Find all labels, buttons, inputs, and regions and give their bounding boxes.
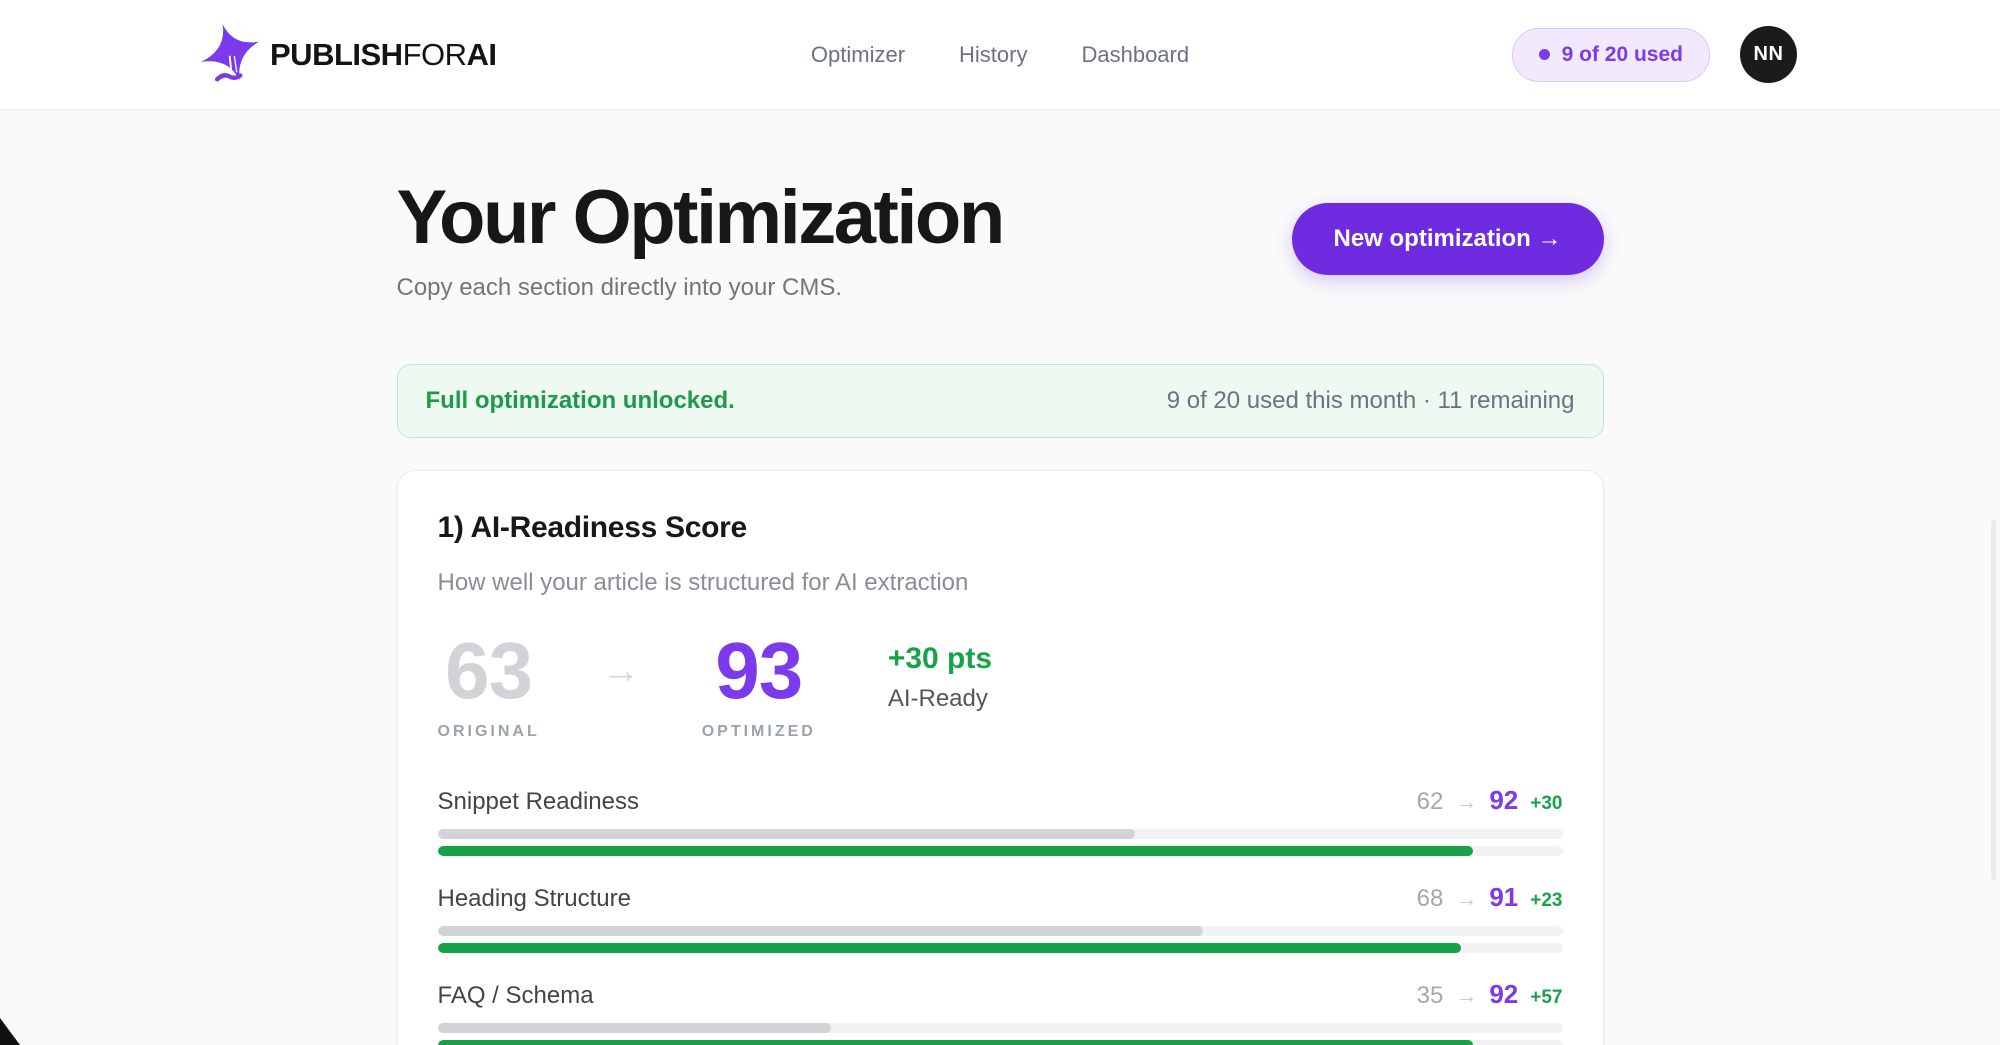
banner-usage-text: 9 of 20 used this month · 11 remaining [1167, 387, 1575, 415]
before-bar-fill [438, 1023, 832, 1033]
usage-badge-label: 9 of 20 used [1562, 43, 1683, 67]
unlock-banner: Full optimization unlocked. 9 of 20 used… [397, 364, 1604, 438]
card-title: 1) AI-Readiness Score [438, 511, 1563, 545]
original-score-label: ORIGINAL [438, 723, 540, 741]
before-bar-fill [438, 926, 1203, 936]
after-bar-track [438, 1040, 1563, 1045]
before-bar-fill [438, 829, 1136, 839]
metric-values: 35 → 92 +57 [1417, 979, 1563, 1010]
scrollbar[interactable] [1991, 520, 1996, 880]
new-optimization-button[interactable]: New optimization → [1292, 203, 1604, 275]
metric-before-value: 62 [1417, 788, 1444, 816]
after-bar-fill [438, 943, 1462, 953]
metric-name: Heading Structure [438, 885, 631, 913]
metric-delta-value: +30 [1530, 793, 1562, 815]
before-bar-track [438, 1023, 1563, 1033]
arrow-right-icon: → [1455, 789, 1477, 815]
metric-before-value: 68 [1417, 885, 1444, 913]
header-right-cluster: 9 of 20 used NN [1512, 0, 1797, 109]
usage-dot-icon [1539, 49, 1550, 60]
metric-list: Snippet Readiness 62 → 92 +30 Heading St… [438, 785, 1563, 1045]
usage-badge[interactable]: 9 of 20 used [1512, 28, 1710, 82]
nav-item-dashboard[interactable]: Dashboard [1081, 42, 1189, 68]
arrow-right-icon: → [1455, 886, 1477, 912]
metric-values: 62 → 92 +30 [1417, 785, 1563, 816]
metric-before-value: 35 [1417, 982, 1444, 1010]
brand-logo-icon [198, 23, 262, 87]
metric-name: FAQ / Schema [438, 982, 594, 1010]
page-subtitle: Copy each section directly into your CMS… [397, 274, 1003, 302]
after-bar-track [438, 846, 1563, 856]
metric-row-heading-structure: Heading Structure 68 → 91 +23 [438, 882, 1563, 953]
hero-section: Your Optimization Copy each section dire… [397, 176, 1604, 302]
card-subtitle: How well your article is structured for … [438, 569, 1563, 597]
after-bar-fill [438, 1040, 1473, 1045]
avatar-initials: NN [1754, 43, 1784, 66]
mouse-cursor [0, 1018, 20, 1045]
optimized-score-block: 93 OPTIMIZED [702, 631, 816, 741]
top-header: PUBLISHFORAI Optimizer History Dashboard… [0, 0, 2000, 110]
original-score-value: 63 [445, 631, 532, 711]
avatar[interactable]: NN [1740, 26, 1797, 83]
nav-item-optimizer[interactable]: Optimizer [811, 42, 905, 68]
arrow-right-icon: → [602, 650, 640, 721]
metric-delta-value: +23 [1530, 890, 1562, 912]
optimized-score-value: 93 [715, 631, 802, 711]
score-delta-block: +30 pts AI-Ready [888, 642, 992, 729]
main-content: Your Optimization Copy each section dire… [397, 176, 1604, 1045]
metric-after-value: 92 [1489, 785, 1518, 816]
score-comparison: 63 ORIGINAL → 93 OPTIMIZED +30 pts AI-Re… [438, 631, 1563, 741]
before-bar-track [438, 926, 1563, 936]
after-bar-track [438, 943, 1563, 953]
original-score-block: 63 ORIGINAL [438, 631, 540, 741]
hero-text: Your Optimization Copy each section dire… [397, 176, 1003, 302]
score-delta-status: AI-Ready [888, 685, 992, 713]
optimized-score-label: OPTIMIZED [702, 723, 816, 741]
ai-readiness-card: 1) AI-Readiness Score How well your arti… [397, 470, 1604, 1045]
before-bar-track [438, 829, 1563, 839]
brand-name: PUBLISHFORAI [270, 37, 497, 73]
metric-row-faq-schema: FAQ / Schema 35 → 92 +57 [438, 979, 1563, 1045]
brand-logo[interactable]: PUBLISHFORAI [198, 0, 497, 109]
metric-after-value: 92 [1489, 979, 1518, 1010]
arrow-right-icon: → [1455, 983, 1477, 1009]
after-bar-fill [438, 846, 1473, 856]
main-nav: Optimizer History Dashboard [811, 0, 1189, 109]
score-delta-points: +30 pts [888, 642, 992, 676]
page-title: Your Optimization [397, 176, 1003, 260]
metric-after-value: 91 [1489, 882, 1518, 913]
banner-title: Full optimization unlocked. [426, 387, 735, 415]
metric-values: 68 → 91 +23 [1417, 882, 1563, 913]
nav-item-history[interactable]: History [959, 42, 1027, 68]
metric-row-snippet-readiness: Snippet Readiness 62 → 92 +30 [438, 785, 1563, 856]
metric-name: Snippet Readiness [438, 788, 639, 816]
metric-delta-value: +57 [1530, 987, 1562, 1009]
